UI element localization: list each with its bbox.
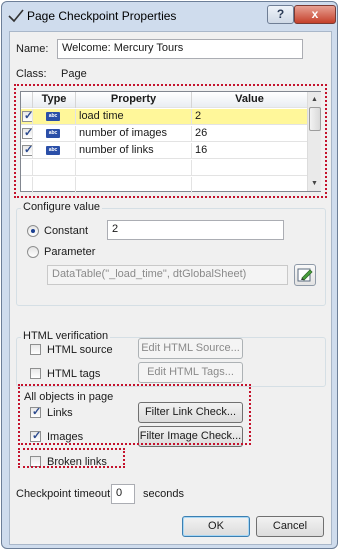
highlight-all-objects <box>18 384 251 445</box>
timeout-label: Checkpoint timeout: <box>16 488 114 500</box>
window-title: Page Checkpoint Properties <box>27 9 177 23</box>
configure-value-title: Configure value <box>21 201 103 213</box>
html-verification-title: HTML verification <box>21 330 111 342</box>
highlight-grid <box>14 84 327 198</box>
help-button[interactable]: ? <box>267 5 294 24</box>
close-button[interactable]: x <box>294 5 336 24</box>
ok-button[interactable]: OK <box>182 516 250 537</box>
html-tags-label[interactable]: HTML tags <box>47 368 100 380</box>
html-source-checkbox[interactable] <box>30 344 41 355</box>
edit-parameter-button[interactable] <box>294 264 316 286</box>
radio-dot-icon <box>31 229 35 233</box>
timeout-unit: seconds <box>143 488 184 500</box>
name-field[interactable]: Welcome: Mercury Tours <box>57 39 303 59</box>
constant-value-field[interactable]: 2 <box>107 220 284 240</box>
class-value: Page <box>61 68 87 80</box>
edit-html-source-button[interactable]: Edit HTML Source... <box>138 338 243 359</box>
constant-label[interactable]: Constant <box>44 225 88 237</box>
title-bar[interactable]: Page Checkpoint Properties ? x <box>2 2 337 30</box>
class-label: Class: <box>16 68 47 80</box>
name-label: Name: <box>16 43 49 55</box>
html-source-label[interactable]: HTML source <box>47 344 113 356</box>
timeout-field[interactable]: 0 <box>111 484 135 504</box>
cancel-button[interactable]: Cancel <box>256 516 324 537</box>
parameter-radio[interactable] <box>27 246 39 258</box>
edit-pencil-icon <box>297 268 313 282</box>
edit-html-tags-button[interactable]: Edit HTML Tags... <box>138 362 243 383</box>
checkmark-icon <box>8 9 24 23</box>
parameter-value-field[interactable]: DataTable("_load_time", dtGlobalSheet) <box>47 265 288 285</box>
highlight-broken-links <box>18 448 125 468</box>
parameter-label[interactable]: Parameter <box>44 246 95 258</box>
dialog-window: Page Checkpoint Properties ? x Name: Wel… <box>1 1 338 549</box>
html-tags-checkbox[interactable] <box>30 368 41 379</box>
constant-radio[interactable] <box>27 225 39 237</box>
